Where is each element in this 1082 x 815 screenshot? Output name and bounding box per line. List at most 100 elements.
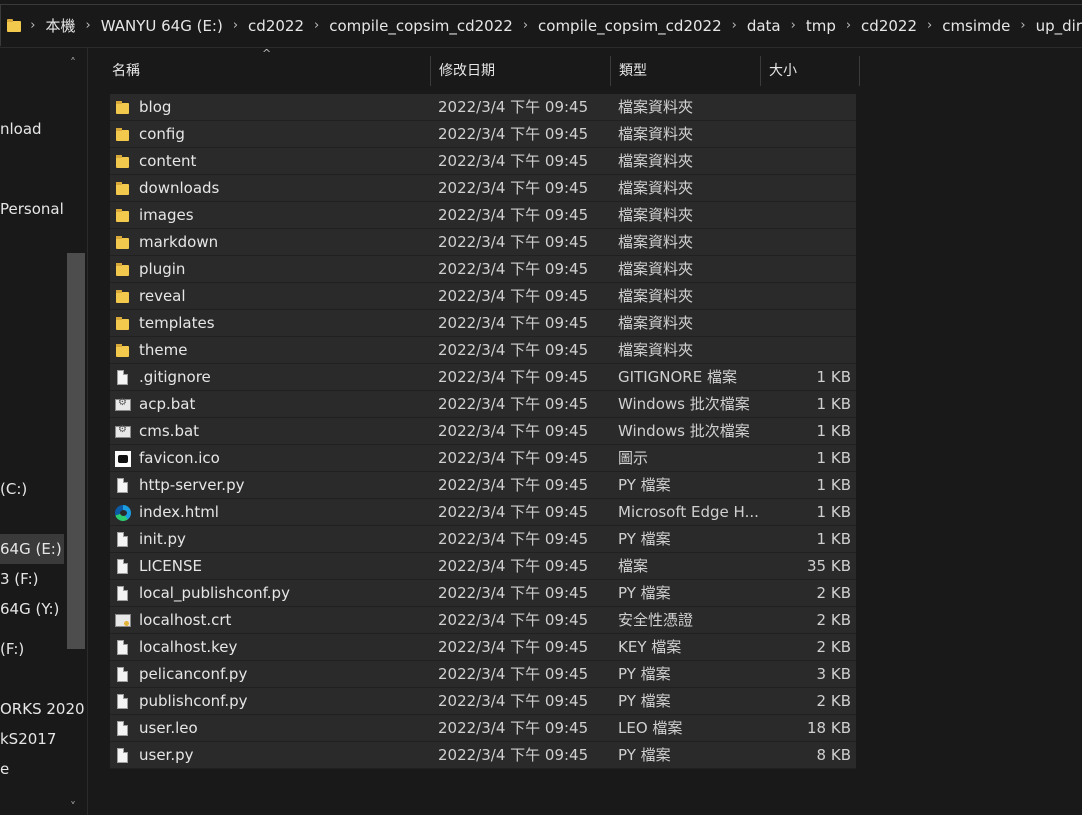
chevron-right-icon[interactable]: ›: [314, 18, 319, 33]
file-row[interactable]: blog 2022/3/4 下午 09:45 檔案資料夾: [110, 94, 856, 121]
file-row[interactable]: localhost.crt 2022/3/4 下午 09:45 安全性憑證 2 KB: [110, 607, 856, 634]
nav-item[interactable]: nload: [0, 120, 42, 138]
file-date-modified: 2022/3/4 下午 09:45: [438, 638, 589, 656]
breadcrumb-item[interactable]: data: [747, 17, 781, 35]
file-row[interactable]: local_publishconf.py 2022/3/4 下午 09:45 PY …: [110, 580, 856, 607]
chevron-right-icon[interactable]: ›: [846, 18, 851, 33]
file-row[interactable]: content 2022/3/4 下午 09:45 檔案資料夾: [110, 148, 856, 175]
file-icon: [115, 667, 131, 683]
file-type: PY 檔案: [618, 692, 671, 710]
breadcrumb-item[interactable]: cd2022: [248, 17, 304, 35]
file-row[interactable]: favicon.ico 2022/3/4 下午 09:45 圖示 1 KB: [110, 445, 856, 472]
chevron-right-icon[interactable]: ›: [732, 18, 737, 33]
file-icon: [115, 694, 131, 710]
scrollbar-thumb[interactable]: [67, 253, 85, 649]
folder-icon: [115, 127, 131, 143]
file-name: LICENSE: [139, 557, 202, 575]
nav-item-selected[interactable]: 64G (E:): [0, 534, 64, 564]
breadcrumb-item[interactable]: WANYU 64G (E:): [101, 17, 223, 35]
file-date-modified: 2022/3/4 下午 09:45: [438, 314, 589, 332]
file-name: local_publishconf.py: [139, 584, 290, 602]
folder-icon: [115, 154, 131, 170]
folder-icon: [115, 181, 131, 197]
file-size: 1 KB: [816, 476, 851, 494]
breadcrumb-item[interactable]: tmp: [806, 17, 836, 35]
file-date-modified: 2022/3/4 下午 09:45: [438, 98, 589, 116]
file-row[interactable]: index.html 2022/3/4 下午 09:45 Microsoft Edg…: [110, 499, 856, 526]
file-row[interactable]: acp.bat 2022/3/4 下午 09:45 Windows 批次檔案 1 KB: [110, 391, 856, 418]
file-date-modified: 2022/3/4 下午 09:45: [438, 557, 589, 575]
file-icon: [115, 559, 131, 575]
column-header-type[interactable]: 類型: [611, 56, 761, 86]
nav-item[interactable]: e: [0, 760, 9, 778]
file-row[interactable]: publishconf.py 2022/3/4 下午 09:45 PY 檔案 2 KB: [110, 688, 856, 715]
nav-item[interactable]: 3 (F:): [0, 570, 39, 588]
file-type: PY 檔案: [618, 476, 671, 494]
nav-item[interactable]: kS2017: [0, 730, 56, 748]
breadcrumb-item[interactable]: compile_copsim_cd2022: [538, 17, 722, 35]
nav-item[interactable]: (C:): [0, 480, 27, 498]
column-header-name[interactable]: 名稱: [104, 56, 431, 86]
chevron-right-icon[interactable]: ›: [523, 18, 528, 33]
folder-icon: [115, 100, 131, 116]
file-name: http-server.py: [139, 476, 245, 494]
file-row[interactable]: user.leo 2022/3/4 下午 09:45 LEO 檔案 18 KB: [110, 715, 856, 742]
file-date-modified: 2022/3/4 下午 09:45: [438, 530, 589, 548]
file-icon: [115, 721, 131, 737]
folder-icon: [115, 289, 131, 305]
breadcrumb[interactable]: › 本機 › WANYU 64G (E:) › cd2022 › compile…: [0, 4, 1082, 46]
file-date-modified: 2022/3/4 下午 09:45: [438, 152, 589, 170]
file-row[interactable]: reveal 2022/3/4 下午 09:45 檔案資料夾: [110, 283, 856, 310]
file-row[interactable]: config 2022/3/4 下午 09:45 檔案資料夾: [110, 121, 856, 148]
column-header-date[interactable]: 修改日期: [431, 56, 611, 86]
file-row[interactable]: markdown 2022/3/4 下午 09:45 檔案資料夾: [110, 229, 856, 256]
file-size: [760, 229, 851, 256]
image-icon: [115, 451, 131, 467]
chevron-right-icon[interactable]: ›: [927, 18, 932, 33]
file-type: 檔案資料夾: [618, 125, 694, 143]
column-header-size[interactable]: 大小: [761, 56, 860, 86]
scroll-down-icon[interactable]: ˅: [70, 800, 76, 814]
file-row[interactable]: http-server.py 2022/3/4 下午 09:45 PY 檔案 1 KB: [110, 472, 856, 499]
breadcrumb-item[interactable]: cd2022: [861, 17, 917, 35]
breadcrumb-item[interactable]: 本機: [46, 15, 76, 36]
nav-item[interactable]: (F:): [0, 640, 24, 658]
file-size: 2 KB: [816, 692, 851, 710]
file-row[interactable]: cms.bat 2022/3/4 下午 09:45 Windows 批次檔案 1 KB: [110, 418, 856, 445]
breadcrumb-item[interactable]: cmsimde: [942, 17, 1010, 35]
file-date-modified: 2022/3/4 下午 09:45: [438, 719, 589, 737]
chevron-right-icon[interactable]: ›: [86, 18, 91, 33]
chevron-right-icon[interactable]: ›: [30, 18, 35, 33]
chevron-right-icon[interactable]: ›: [1020, 18, 1025, 33]
nav-scrollbar[interactable]: ˄ ˅: [66, 48, 86, 815]
file-size: 1 KB: [816, 449, 851, 467]
breadcrumb-item[interactable]: compile_copsim_cd2022: [329, 17, 513, 35]
file-row[interactable]: init.py 2022/3/4 下午 09:45 PY 檔案 1 KB: [110, 526, 856, 553]
nav-item[interactable]: Personal: [0, 200, 64, 218]
file-date-modified: 2022/3/4 下午 09:45: [438, 287, 589, 305]
file-row[interactable]: LICENSE 2022/3/4 下午 09:45 檔案 35 KB: [110, 553, 856, 580]
file-type: KEY 檔案: [618, 638, 682, 656]
file-row[interactable]: templates 2022/3/4 下午 09:45 檔案資料夾: [110, 310, 856, 337]
nav-item[interactable]: 64G (Y:): [0, 600, 59, 618]
file-row[interactable]: downloads 2022/3/4 下午 09:45 檔案資料夾: [110, 175, 856, 202]
file-row[interactable]: images 2022/3/4 下午 09:45 檔案資料夾: [110, 202, 856, 229]
file-date-modified: 2022/3/4 下午 09:45: [438, 449, 589, 467]
file-row[interactable]: pelicanconf.py 2022/3/4 下午 09:45 PY 檔案 3 KB: [110, 661, 856, 688]
file-icon: [115, 478, 131, 494]
folder-icon: [115, 235, 131, 251]
file-name: .gitignore: [139, 368, 211, 386]
file-row[interactable]: .gitignore 2022/3/4 下午 09:45 GITIGNORE 檔案 1…: [110, 364, 856, 391]
scroll-up-icon[interactable]: ˄: [70, 56, 76, 70]
file-name: images: [139, 206, 194, 224]
file-row[interactable]: localhost.key 2022/3/4 下午 09:45 KEY 檔案 2 KB: [110, 634, 856, 661]
file-row[interactable]: theme 2022/3/4 下午 09:45 檔案資料夾: [110, 337, 856, 364]
file-row[interactable]: user.py 2022/3/4 下午 09:45 PY 檔案 8 KB: [110, 742, 856, 769]
chevron-right-icon[interactable]: ›: [791, 18, 796, 33]
file-type: Windows 批次檔案: [618, 395, 750, 413]
file-type: 檔案資料夾: [618, 179, 694, 197]
breadcrumb-item[interactable]: up_dir: [1036, 17, 1082, 35]
chevron-right-icon[interactable]: ›: [233, 18, 238, 33]
file-size: 1 KB: [816, 503, 851, 521]
file-row[interactable]: plugin 2022/3/4 下午 09:45 檔案資料夾: [110, 256, 856, 283]
